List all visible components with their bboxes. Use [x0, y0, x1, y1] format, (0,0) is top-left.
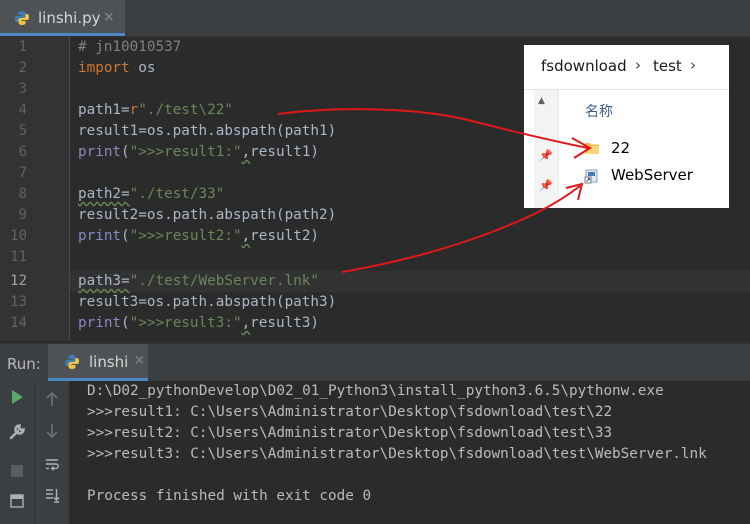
- line-number: 2: [18, 60, 27, 76]
- file-name: 22: [611, 139, 631, 157]
- string-literal: ">>>result3:": [129, 315, 242, 331]
- line-number: 8: [18, 186, 27, 202]
- comment: # jn10010537: [78, 39, 182, 55]
- console-line: >>>result3: C:\Users\Administrator\Deskt…: [87, 446, 707, 462]
- arrow-down-icon[interactable]: [35, 423, 69, 443]
- line-number: 9: [18, 207, 27, 223]
- line-number: 13: [10, 294, 27, 310]
- chevron-right-icon[interactable]: ›: [690, 56, 696, 74]
- builtin-function: print: [78, 144, 122, 160]
- close-tab-icon[interactable]: ×: [103, 9, 115, 25]
- code-line-12: path3="./test/WebServer.lnk": [78, 271, 319, 292]
- stop-icon[interactable]: [0, 463, 34, 482]
- console-line: >>>result2: C:\Users\Administrator\Deskt…: [87, 425, 613, 441]
- code-line-5: result1=os.path.abspath(path1): [78, 121, 336, 142]
- string-literal: "./test/WebServer.lnk": [129, 273, 320, 289]
- rerun-icon[interactable]: [0, 389, 34, 409]
- console-line: >>>result1: C:\Users\Administrator\Deskt…: [87, 404, 613, 420]
- code-line-13: result3=os.path.abspath(path3): [78, 292, 336, 313]
- line-number-active: 12: [10, 273, 27, 289]
- soft-wrap-icon[interactable]: [35, 457, 69, 477]
- builtin-function: print: [78, 315, 122, 331]
- line-number: 5: [18, 123, 27, 139]
- run-panel-header: Run: linshi ×: [0, 343, 750, 381]
- breadcrumb: fsdownload › test ›: [524, 45, 729, 90]
- code-line-2: import os: [78, 58, 155, 79]
- pin-icon: 📌: [539, 149, 553, 162]
- console-line: Process finished with exit code 0: [87, 488, 372, 504]
- console-line: D:\D02_pythonDevelop\D02_01_Python3\inst…: [87, 383, 664, 399]
- code-text: os: [129, 60, 156, 76]
- builtin-function: print: [78, 228, 122, 244]
- line-number: 14: [10, 315, 27, 331]
- code-line-1: # jn10010537: [78, 37, 181, 58]
- keyword: import: [78, 60, 130, 76]
- line-number: 10: [10, 228, 27, 244]
- code-line-4: path1=r"./test\22": [78, 100, 233, 121]
- code-line-9: result2=os.path.abspath(path2): [78, 205, 336, 226]
- code-text: (: [121, 315, 130, 331]
- file-name: WebServer: [611, 166, 693, 184]
- shortcut-icon: [584, 168, 600, 188]
- run-toolbar-primary: [0, 381, 35, 524]
- run-tab-label: linshi: [89, 353, 129, 371]
- code-text: (: [121, 228, 130, 244]
- run-tab-linshi[interactable]: linshi ×: [48, 344, 148, 381]
- string-literal: "./test\22": [138, 102, 233, 118]
- arrow-up-icon[interactable]: [35, 391, 69, 411]
- string-literal: "./test/33": [129, 186, 225, 202]
- scroll-up-icon[interactable]: ▲: [538, 96, 545, 106]
- line-number: 7: [18, 165, 27, 181]
- chevron-right-icon[interactable]: ›: [635, 56, 641, 74]
- raw-prefix: r: [129, 102, 139, 118]
- code-text: result2=os.path.abspath(path2): [78, 207, 337, 223]
- folder-icon: [584, 141, 600, 159]
- run-console[interactable]: D:\D02_pythonDevelop\D02_01_Python3\inst…: [70, 381, 750, 524]
- code-text: ,: [241, 144, 251, 160]
- code-text: result1): [250, 144, 320, 160]
- code-line-14: print(">>>result3:",result3): [78, 313, 319, 334]
- line-number: 11: [10, 249, 27, 265]
- editor-tab-bar: linshi.py ×: [0, 0, 750, 37]
- scroll-to-end-icon[interactable]: [35, 487, 69, 507]
- code-text: ,: [241, 228, 251, 244]
- line-number: 1: [18, 39, 27, 55]
- column-header-name[interactable]: 名称: [585, 101, 613, 121]
- pin-icon: 📌: [539, 179, 553, 192]
- line-number: 3: [18, 81, 27, 97]
- file-explorer-snippet: fsdownload › test › ▲ 📌 📌 名称 22 WebServe…: [524, 45, 729, 208]
- code-text: path3=: [78, 273, 130, 289]
- python-file-icon: [14, 10, 30, 30]
- line-number: 4: [18, 102, 27, 118]
- code-text: result2): [250, 228, 320, 244]
- code-line-8: path2="./test/33": [78, 184, 224, 205]
- breadcrumb-item-fsdownload[interactable]: fsdownload: [541, 57, 627, 75]
- run-label: Run:: [7, 355, 41, 373]
- tab-linshi-py[interactable]: linshi.py ×: [0, 0, 125, 36]
- python-file-icon: [64, 354, 80, 374]
- string-literal: ">>>result1:": [129, 144, 242, 160]
- wrench-icon[interactable]: [0, 423, 34, 445]
- code-text: path2=: [78, 186, 130, 202]
- navigation-pane: ▲ 📌 📌: [534, 90, 559, 208]
- layout-icon[interactable]: [0, 493, 34, 513]
- code-line-6: print(">>>result1:",result1): [78, 142, 319, 163]
- tab-label: linshi.py: [38, 9, 101, 27]
- code-text: (: [121, 144, 130, 160]
- code-line-10: print(">>>result2:",result2): [78, 226, 319, 247]
- run-toolbar-secondary: [35, 381, 70, 524]
- breadcrumb-item-test[interactable]: test: [653, 57, 682, 75]
- close-tab-icon[interactable]: ×: [134, 353, 145, 368]
- line-number-gutter: 1 2 3 4 5 6 7 8 9 10 11 12 13 14: [0, 37, 70, 341]
- string-literal: ">>>result2:": [129, 228, 242, 244]
- line-number: 6: [18, 144, 27, 160]
- code-text: result3=os.path.abspath(path3): [78, 294, 337, 310]
- code-text: result1=os.path.abspath(path1): [78, 123, 337, 139]
- code-text: ,: [241, 315, 251, 331]
- code-text: result3): [250, 315, 320, 331]
- code-text: path1=: [78, 102, 130, 118]
